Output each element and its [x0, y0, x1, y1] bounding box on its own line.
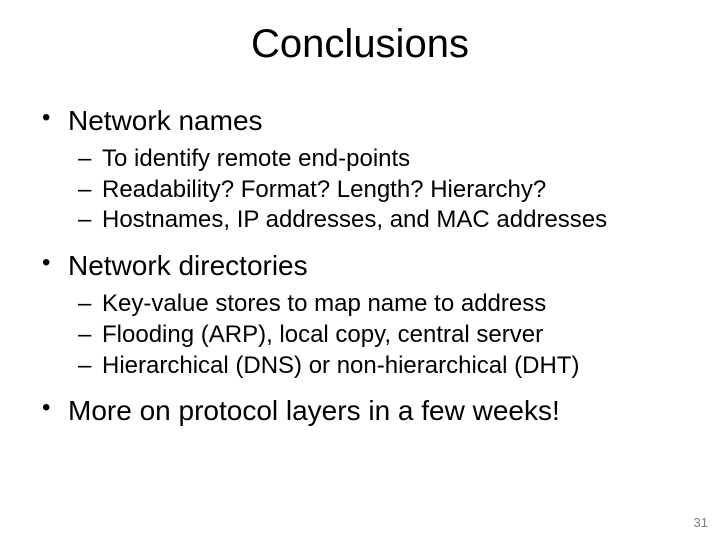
sub-bullet-item: Hostnames, IP addresses, and MAC address… — [68, 205, 684, 236]
sub-bullet-list: To identify remote end-points Readabilit… — [68, 144, 684, 236]
bullet-text: More on protocol layers in a few weeks! — [68, 395, 560, 426]
sub-bullet-list: Key-value stores to map name to address … — [68, 289, 684, 381]
sub-bullet-item: Hierarchical (DNS) or non-hierarchical (… — [68, 351, 684, 382]
bullet-item: More on protocol layers in a few weeks! — [36, 393, 684, 428]
bullet-item: Network directories Key-value stores to … — [36, 248, 684, 381]
sub-bullet-item: Flooding (ARP), local copy, central serv… — [68, 320, 684, 351]
page-number: 31 — [694, 515, 708, 530]
slide: Conclusions Network names To identify re… — [0, 0, 720, 540]
sub-bullet-item: Key-value stores to map name to address — [68, 289, 684, 320]
sub-bullet-item: Readability? Format? Length? Hierarchy? — [68, 175, 684, 206]
bullet-text: Network names — [68, 105, 263, 136]
slide-title: Conclusions — [36, 22, 684, 67]
bullet-list: Network names To identify remote end-poi… — [36, 103, 684, 428]
bullet-text: Network directories — [68, 250, 308, 281]
bullet-item: Network names To identify remote end-poi… — [36, 103, 684, 236]
sub-bullet-item: To identify remote end-points — [68, 144, 684, 175]
